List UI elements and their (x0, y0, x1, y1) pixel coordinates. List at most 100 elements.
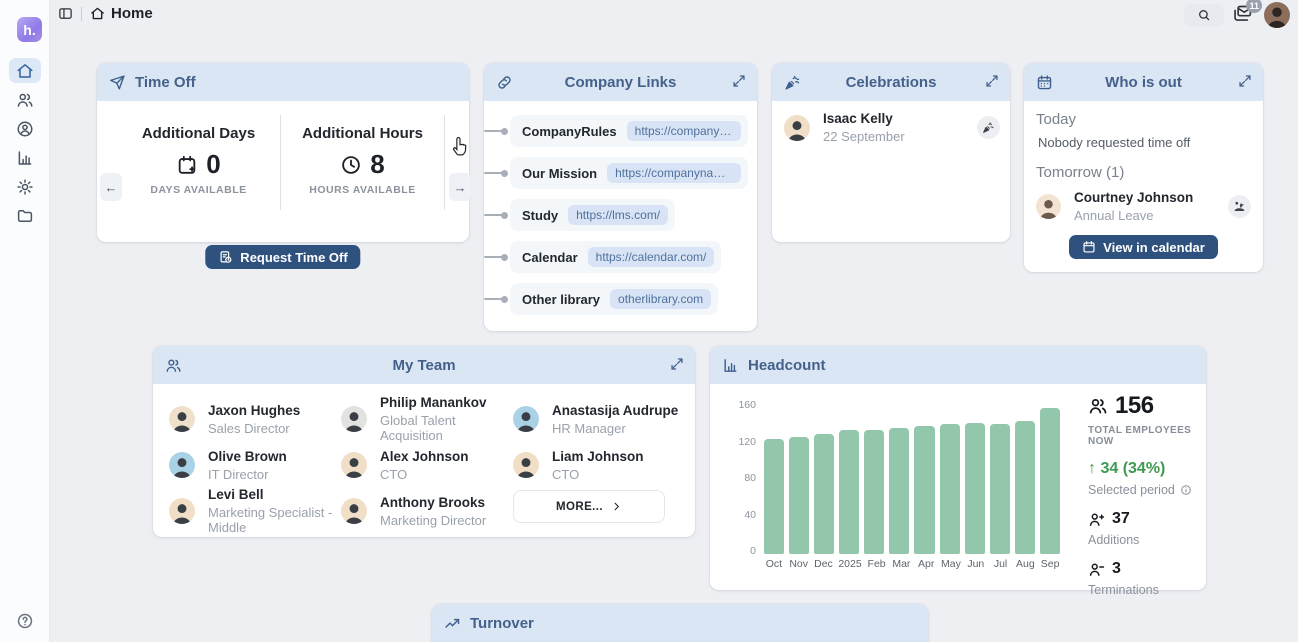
company-link[interactable]: Study https://lms.com/ (510, 199, 675, 231)
headcount-bar[interactable] (864, 430, 884, 554)
headcount-bar[interactable] (914, 426, 934, 554)
sidebar-item-home[interactable] (9, 58, 41, 83)
home-icon (16, 62, 34, 80)
widget-celebrations: Celebrations Isaac Kelly 22 September (772, 63, 1010, 242)
celebrations-list: Isaac Kelly 22 September (772, 101, 1010, 144)
view-in-calendar-button[interactable]: View in calendar (1069, 235, 1218, 259)
company-link[interactable]: Our Mission https://companynamemission.c… (510, 157, 748, 189)
search-icon (1197, 8, 1211, 22)
celebration-item[interactable]: Isaac Kelly 22 September (784, 111, 1000, 144)
headcount-xlabels: OctNovDec2025FebMarAprMayJunJulAugSep (764, 558, 1060, 570)
expand-icon[interactable] (732, 74, 746, 88)
link-label: Study (522, 208, 558, 223)
sidebar-item-settings[interactable] (9, 174, 41, 199)
sidebar-item-profile[interactable] (9, 116, 41, 141)
company-link[interactable]: Other library otherlibrary.com (510, 283, 718, 315)
company-links-header[interactable]: Company Links (484, 63, 757, 101)
balance-additional-hours: Additional Hours 8 HOURS AVAILABLE (281, 115, 445, 210)
sidebar-item-files[interactable] (9, 203, 41, 228)
team-member[interactable]: Olive Brown IT Director (169, 442, 335, 488)
member-name: Liam Johnson (552, 449, 644, 464)
notifications-button[interactable]: 11 (1232, 3, 1256, 27)
x-tick-label: Mar (891, 558, 911, 570)
widget-company-links: Company Links CompanyRules https://compa… (484, 63, 757, 331)
headcount-bar[interactable] (1015, 421, 1035, 554)
headcount-bar[interactable] (940, 424, 960, 554)
company-link[interactable]: Calendar https://calendar.com/ (510, 241, 721, 273)
link-url-chip[interactable]: https://lms.com/ (568, 205, 668, 225)
expand-icon[interactable] (670, 357, 684, 371)
headcount-bar[interactable] (889, 428, 909, 554)
headcount-bar[interactable] (789, 437, 809, 554)
link-label: Calendar (522, 250, 578, 265)
celebrations-header[interactable]: Celebrations (772, 63, 1010, 101)
widget-title: Celebrations (772, 74, 1010, 91)
company-link-row: Our Mission https://companynamemission.c… (484, 157, 757, 189)
user-avatar[interactable] (1264, 2, 1290, 28)
search-button[interactable] (1184, 4, 1224, 27)
team-member[interactable]: Jaxon Hughes Sales Director (169, 396, 335, 442)
sidebar: h. (0, 0, 50, 642)
company-link[interactable]: CompanyRules https://companynamerules.co… (510, 115, 748, 147)
delta-period-label: Selected period (1088, 483, 1175, 497)
balance-value: 0 (206, 149, 220, 180)
celebrate-button[interactable] (977, 116, 1000, 139)
widget-title: Time Off (135, 74, 196, 91)
turnover-header[interactable]: Turnover (432, 604, 928, 642)
headcount-bar[interactable] (814, 434, 834, 554)
time-off-header[interactable]: Time Off (97, 63, 469, 101)
widget-title: Who is out (1024, 74, 1263, 91)
team-member[interactable]: Anastasija Audrupe HR Manager (513, 396, 679, 442)
carousel-next-button[interactable]: → (449, 173, 471, 201)
drag-handle[interactable] (484, 298, 505, 300)
calendar-icon (1082, 240, 1096, 254)
team-member[interactable]: Levi Bell Marketing Specialist - Middle (169, 488, 335, 534)
app-logo[interactable]: h. (17, 17, 42, 42)
more-button[interactable]: MORE... (513, 490, 665, 523)
who-is-out-header[interactable]: Who is out (1024, 63, 1263, 101)
headcount-bar[interactable] (1040, 408, 1060, 554)
terminations-label: Terminations (1088, 583, 1200, 597)
sidebar-item-people[interactable] (9, 87, 41, 112)
leave-item[interactable]: Courtney Johnson Annual Leave (1036, 190, 1251, 223)
headcount-stats: 156 TOTAL EMPLOYEES NOW ↑ 34 (34%) Selec… (1088, 392, 1200, 597)
drag-handle[interactable] (484, 172, 505, 174)
topbar: Home 11 (50, 0, 1298, 34)
link-url-chip[interactable]: https://companynamemission.co... (607, 163, 741, 183)
info-icon[interactable] (1180, 484, 1192, 496)
panel-toggle-icon[interactable] (58, 6, 73, 21)
headcount-bar[interactable] (839, 430, 859, 554)
my-team-header[interactable]: My Team (153, 346, 695, 384)
team-member[interactable]: Alex Johnson CTO (341, 442, 507, 488)
team-member[interactable]: Philip Manankov Global Talent Acquisitio… (341, 396, 507, 442)
headcount-bar[interactable] (965, 423, 985, 554)
expand-icon[interactable] (1238, 74, 1252, 88)
member-role: IT Director (208, 467, 287, 482)
headcount-header[interactable]: Headcount (710, 346, 1206, 384)
drag-handle[interactable] (484, 130, 505, 132)
x-tick-label: Jun (966, 558, 986, 570)
person-minus-icon (1088, 561, 1105, 578)
expand-icon[interactable] (985, 74, 999, 88)
breadcrumb: Home (90, 5, 153, 22)
time-off-balances: Additional Days 0 DAYS AVAILABLE Additio… (117, 115, 445, 210)
people-icon (16, 91, 34, 109)
today-empty-text: Nobody requested time off (1038, 135, 1251, 150)
team-member[interactable]: Liam Johnson CTO (513, 442, 679, 488)
help-button[interactable] (16, 612, 34, 630)
drag-handle[interactable] (484, 256, 505, 258)
headcount-bar[interactable] (764, 439, 784, 554)
drag-handle[interactable] (484, 214, 505, 216)
team-member[interactable]: Anthony Brooks Marketing Director (341, 488, 507, 534)
link-url-chip[interactable]: https://companynamerules.com/ (627, 121, 741, 141)
link-url-chip[interactable]: otherlibrary.com (610, 289, 711, 309)
clock-icon (340, 154, 362, 176)
request-time-off-button[interactable]: Request Time Off (205, 245, 360, 269)
link-label: Other library (522, 292, 600, 307)
headcount-bar[interactable] (990, 424, 1010, 554)
link-url-chip[interactable]: https://calendar.com/ (588, 247, 715, 267)
party-popper-icon (982, 121, 995, 134)
sidebar-item-analytics[interactable] (9, 145, 41, 170)
avatar (513, 452, 539, 478)
bar-chart-icon (722, 357, 739, 374)
